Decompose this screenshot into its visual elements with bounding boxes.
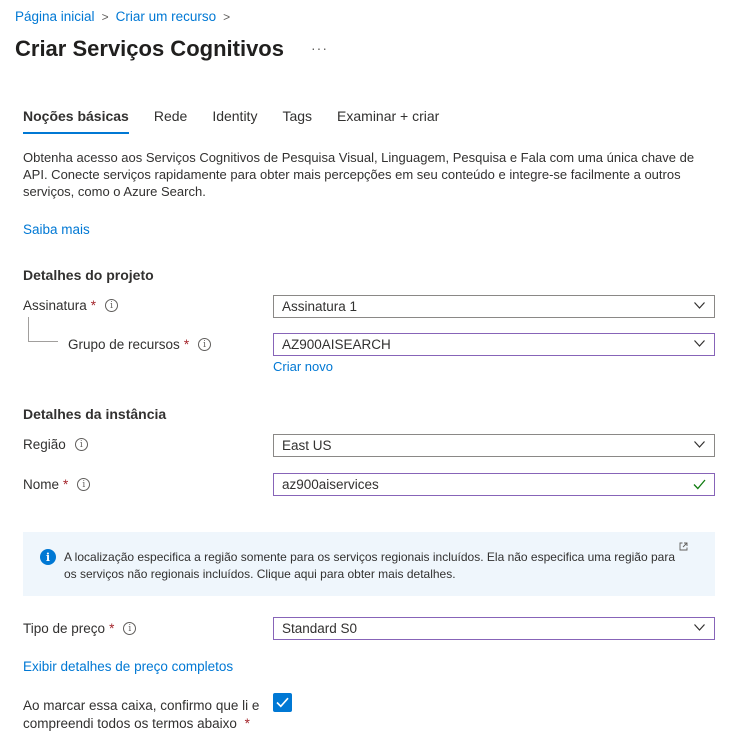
tab-basics[interactable]: Noções básicas bbox=[23, 108, 129, 134]
checkmark-icon bbox=[276, 697, 289, 708]
subscription-label-text: Assinatura bbox=[23, 298, 87, 313]
valid-check-icon bbox=[693, 479, 706, 490]
region-label: Região i bbox=[23, 437, 88, 452]
breadcrumb-create-link[interactable]: Criar um recurso bbox=[116, 9, 217, 24]
external-link-icon bbox=[679, 542, 688, 551]
required-marker: * bbox=[109, 621, 115, 636]
breadcrumb-separator: > bbox=[101, 9, 109, 24]
pricing-tier-value: Standard S0 bbox=[282, 621, 358, 636]
breadcrumb-separator: > bbox=[223, 9, 231, 24]
resource-group-dropdown[interactable]: AZ900AISEARCH bbox=[273, 333, 715, 356]
name-label-text: Nome bbox=[23, 477, 60, 492]
consent-text: Ao marcar essa caixa, confirmo que li e … bbox=[23, 698, 260, 731]
chevron-down-icon bbox=[694, 441, 705, 448]
instance-details-heading: Detalhes da instância bbox=[23, 406, 167, 422]
info-icon[interactable]: i bbox=[123, 622, 137, 635]
required-marker: * bbox=[63, 477, 69, 492]
info-icon[interactable]: i bbox=[198, 338, 212, 351]
pricing-tier-label-text: Tipo de preço bbox=[23, 621, 106, 636]
subscription-label: Assinatura * i bbox=[23, 298, 119, 313]
info-icon[interactable]: i bbox=[74, 438, 88, 451]
region-label-text: Região bbox=[23, 437, 66, 452]
subscription-value: Assinatura 1 bbox=[282, 299, 358, 314]
pricing-tier-label: Tipo de preço * i bbox=[23, 621, 137, 636]
breadcrumb-home-link[interactable]: Página inicial bbox=[15, 9, 95, 24]
required-marker: * bbox=[183, 337, 190, 352]
consent-checkbox[interactable] bbox=[273, 693, 292, 712]
pricing-details-link[interactable]: Exibir detalhes de preço completos bbox=[23, 659, 233, 674]
info-icon[interactable]: i bbox=[105, 299, 119, 312]
consent-label: Ao marcar essa caixa, confirmo que li e … bbox=[23, 697, 268, 733]
region-value: East US bbox=[282, 438, 332, 453]
resource-group-label: Grupo de recursos * i bbox=[68, 337, 212, 352]
required-marker: * bbox=[244, 716, 250, 731]
pricing-tier-dropdown[interactable]: Standard S0 bbox=[273, 617, 715, 640]
chevron-down-icon bbox=[694, 624, 705, 631]
name-input[interactable]: az900aiservices bbox=[273, 473, 715, 496]
intro-description: Obtenha acesso aos Serviços Cognitivos d… bbox=[23, 150, 695, 199]
tab-bar: Noções básicas Rede Identity Tags Examin… bbox=[23, 108, 464, 134]
region-dropdown[interactable]: East US bbox=[273, 434, 715, 457]
chevron-down-icon bbox=[694, 302, 705, 309]
name-value: az900aiservices bbox=[282, 477, 379, 492]
tab-tags[interactable]: Tags bbox=[282, 108, 312, 129]
resource-group-value: AZ900AISEARCH bbox=[282, 337, 391, 352]
chevron-down-icon bbox=[694, 340, 705, 347]
info-icon[interactable]: i bbox=[77, 478, 91, 491]
tab-review-create[interactable]: Examinar + criar bbox=[337, 108, 439, 129]
info-circle-icon: i bbox=[40, 549, 56, 565]
project-details-heading: Detalhes do projeto bbox=[23, 267, 154, 283]
location-info-text: A localização especifica a região soment… bbox=[64, 550, 676, 581]
learn-more-link[interactable]: Saiba mais bbox=[23, 222, 90, 237]
tree-connector bbox=[28, 317, 58, 342]
resource-group-label-text: Grupo de recursos bbox=[68, 337, 180, 352]
breadcrumb: Página inicial > Criar um recurso > bbox=[15, 9, 237, 24]
more-options-button[interactable]: ··· bbox=[311, 40, 328, 56]
tab-network[interactable]: Rede bbox=[154, 108, 187, 129]
tab-identity[interactable]: Identity bbox=[212, 108, 257, 129]
create-new-link[interactable]: Criar novo bbox=[273, 359, 333, 374]
name-label: Nome * i bbox=[23, 477, 91, 492]
location-info-banner[interactable]: i A localização especifica a região some… bbox=[23, 532, 715, 596]
required-marker: * bbox=[90, 298, 97, 313]
page-title: Criar Serviços Cognitivos bbox=[15, 36, 284, 61]
subscription-dropdown[interactable]: Assinatura 1 bbox=[273, 295, 715, 318]
